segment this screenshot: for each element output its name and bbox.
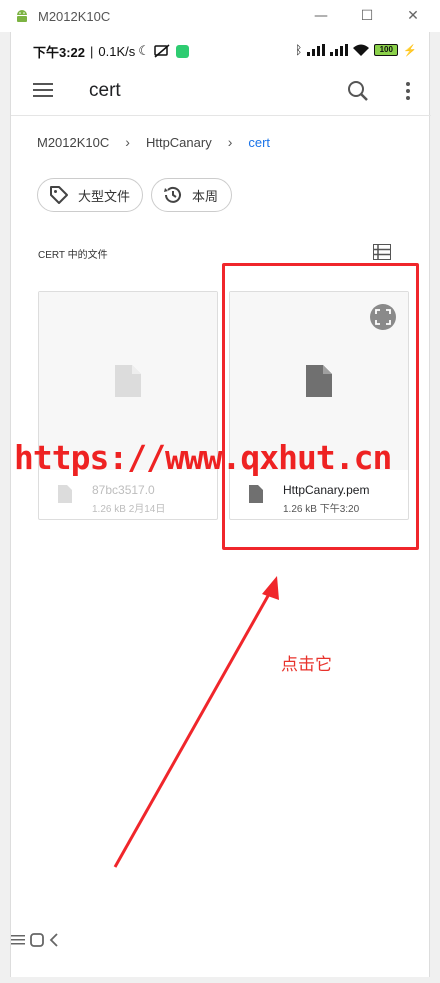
system-nav-bar	[11, 932, 431, 977]
home-icon[interactable]	[30, 933, 44, 947]
window-title-bar: M2012K10C — ☐ ✕	[0, 0, 440, 32]
android-icon	[17, 10, 27, 22]
phone-screen: 下午3:22 | 0.1K/s ☾ ᛒ 100 ⚡ cert M2012K10C…	[10, 32, 431, 977]
maximize-button[interactable]: ☐	[344, 0, 390, 32]
window-title: M2012K10C	[38, 8, 111, 24]
emulator-frame: M2012K10C — ☐ ✕ 下午3:22 | 0.1K/s ☾ ᛒ 100 …	[0, 0, 440, 983]
minimize-button[interactable]: —	[298, 0, 344, 32]
close-button[interactable]: ✕	[390, 0, 436, 32]
recent-apps-icon[interactable]	[11, 933, 25, 947]
back-icon[interactable]	[49, 933, 59, 947]
annotation-arrow	[113, 576, 279, 868]
